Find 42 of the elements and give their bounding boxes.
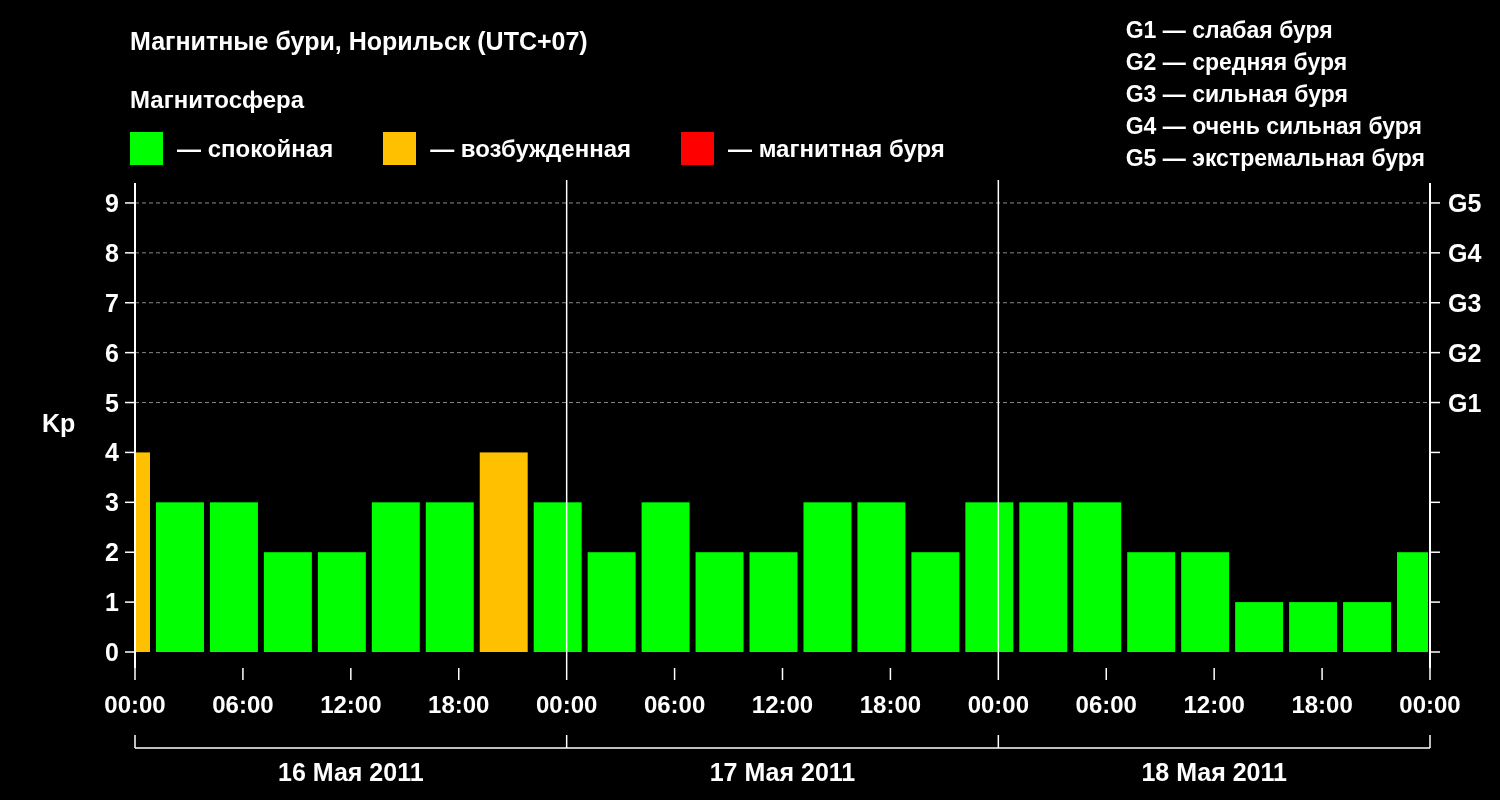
x-tick-label: 12:00 — [751, 691, 814, 718]
x-tick-label: 12:00 — [1183, 691, 1245, 718]
y-tick-label: 6 — [105, 338, 119, 367]
scale-legend-text: G3 — сильная буря — [1125, 80, 1349, 109]
y-tick-label: 7 — [105, 288, 119, 317]
x-tick-label: 00:00 — [104, 691, 166, 718]
legend-label: — магнитная буря — [728, 134, 945, 163]
y-tick-label: 1 — [105, 588, 119, 617]
y-tick-label: 9 — [105, 188, 119, 217]
date-label: 17 Мая 2011 — [709, 758, 856, 786]
scale-legend-text: G2 — средняя буря — [1125, 48, 1349, 77]
x-tick-label: 06:00 — [212, 691, 274, 718]
y-tick-label: 5 — [105, 388, 119, 417]
x-tick-label: 06:00 — [1075, 691, 1137, 718]
storm-level-label: G3 — [1448, 288, 1482, 317]
y-tick-label: 4 — [105, 438, 119, 467]
y-tick-label: 3 — [105, 488, 119, 517]
storm-level-label: G1 — [1448, 388, 1482, 417]
scale-legend-text: G4 — очень сильная буря — [1125, 112, 1423, 141]
storm-level-label: G4 — [1448, 238, 1482, 267]
chart-title: Магнитные бури, Норильск (UTC+07) — [130, 26, 589, 56]
scale-legend-text: G1 — слабая буря — [1125, 16, 1334, 45]
legend-label: — возбужденная — [430, 134, 631, 163]
x-tick-label: 06:00 — [643, 691, 706, 718]
legend-title: Магнитосфера — [130, 85, 306, 115]
scale-legend-text: G5 — экстремальная буря — [1125, 144, 1425, 173]
y-tick-label: 8 — [105, 238, 119, 267]
x-tick-label: 18:00 — [859, 691, 922, 718]
storm-level-label: G5 — [1448, 188, 1482, 217]
y-tick-label: 2 — [105, 538, 119, 567]
x-tick-label: 00:00 — [535, 691, 598, 718]
date-label: 18 Мая 2011 — [1141, 758, 1287, 786]
x-tick-label: 00:00 — [967, 691, 1030, 718]
x-tick-label: 18:00 — [428, 691, 490, 718]
y-axis-label: Kp — [42, 409, 76, 438]
y-tick-label: 0 — [105, 638, 119, 666]
x-tick-label: 00:00 — [1399, 691, 1461, 718]
date-label: 16 Мая 2011 — [278, 758, 424, 786]
x-tick-label: 12:00 — [320, 691, 382, 718]
storm-level-label: G2 — [1448, 338, 1482, 367]
x-tick-label: 18:00 — [1291, 691, 1353, 718]
legend-label: — спокойная — [177, 134, 334, 163]
